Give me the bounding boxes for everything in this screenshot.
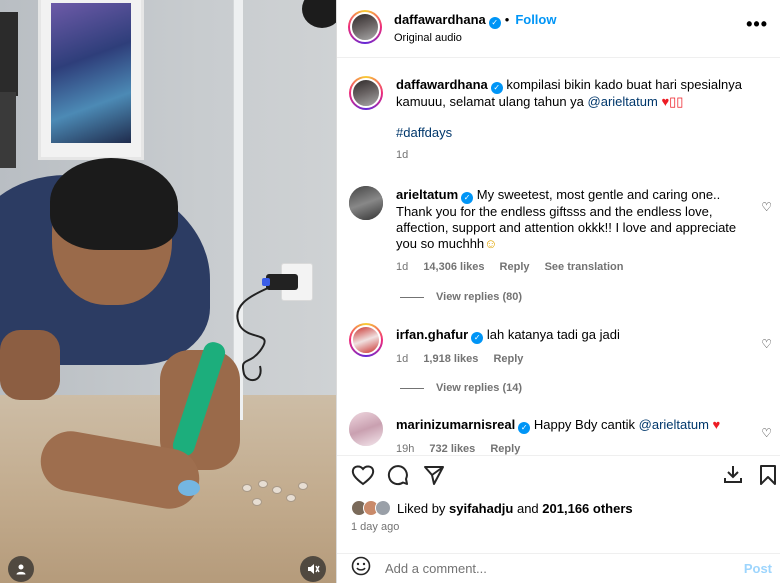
like-comment-heart-icon[interactable]: ♡: [761, 426, 772, 440]
mute-icon[interactable]: [300, 556, 326, 582]
comment-username[interactable]: irfan.ghafur: [396, 327, 468, 342]
person-leg: [0, 330, 60, 400]
comment-text: lah katanya tadi ga jadi: [486, 327, 620, 342]
likes-count[interactable]: 201,166 others: [542, 501, 632, 516]
follow-button[interactable]: Follow: [515, 12, 556, 27]
wall-poster: [38, 0, 144, 160]
wall-frame: [0, 12, 18, 96]
view-replies-button[interactable]: View replies (80): [400, 291, 522, 303]
author-block: daffawardhana ✓ • Follow Original audio: [394, 12, 556, 44]
comment-username[interactable]: arieltatum: [396, 187, 458, 202]
emoji-picker-icon[interactable]: [351, 556, 371, 581]
caption-hashtag[interactable]: #daffdays: [396, 125, 744, 141]
commenter-avatar[interactable]: [349, 412, 383, 446]
tagged-user-icon[interactable]: [8, 556, 34, 582]
verified-badge-icon: ✓: [490, 82, 503, 94]
verified-badge-icon: ✓: [471, 332, 484, 344]
liked-by-user[interactable]: syifahadju: [449, 501, 513, 516]
shells: [236, 476, 316, 516]
save-bookmark-icon[interactable]: [759, 464, 777, 492]
author-username[interactable]: daffawardhana: [394, 12, 486, 27]
post-actions: Liked by syifahadju and 201,166 others 1…: [337, 455, 780, 548]
liker-avatar: [375, 500, 391, 516]
reply-button[interactable]: Reply: [500, 261, 530, 273]
more-options-icon[interactable]: •••: [746, 14, 768, 35]
comment-time[interactable]: 1d: [396, 261, 408, 273]
comment-username[interactable]: marinizumarnisreal: [396, 417, 515, 432]
comment-likes[interactable]: 1,918 likes: [423, 353, 478, 365]
comment-likes[interactable]: 14,306 likes: [423, 261, 484, 273]
comment-input[interactable]: [385, 561, 715, 576]
comment-mention[interactable]: @arieltatum: [639, 417, 709, 432]
like-comment-heart-icon[interactable]: ♡: [761, 200, 772, 214]
author-avatar[interactable]: [349, 76, 383, 110]
comment-time[interactable]: 19h: [396, 443, 414, 455]
comment-time[interactable]: 1d: [396, 353, 408, 365]
caption-username[interactable]: daffawardhana: [396, 77, 488, 92]
view-replies-button[interactable]: View replies (14): [400, 382, 522, 394]
audio-label[interactable]: Original audio: [394, 32, 556, 44]
verified-badge-icon: ✓: [488, 17, 501, 29]
heart-emoji-icon: ♥▯▯: [661, 94, 684, 109]
like-comment-heart-icon[interactable]: ♡: [761, 337, 772, 351]
reply-button[interactable]: Reply: [490, 443, 520, 455]
reply-button[interactable]: Reply: [493, 353, 523, 365]
person-hair: [50, 158, 178, 250]
post-panel: daffawardhana ✓ • Follow Original audio •••…: [337, 0, 780, 583]
author-avatar[interactable]: [348, 10, 382, 44]
verified-badge-icon: ✓: [461, 192, 474, 204]
wall-frame: [0, 92, 16, 168]
liked-by-and: and: [516, 500, 539, 516]
liked-by-label: Liked by: [397, 500, 446, 516]
heart-emoji-icon: ♥: [712, 417, 721, 432]
smile-emoji-icon: ☺: [484, 236, 498, 251]
caption-time[interactable]: 1d: [396, 149, 408, 161]
see-translation-button[interactable]: See translation: [545, 261, 624, 273]
share-paper-plane-icon[interactable]: [423, 464, 445, 492]
comment-bubble-icon[interactable]: [387, 464, 409, 492]
comments-list[interactable]: daffawardhana ✓ kompilasi bikin kado buat…: [337, 58, 780, 455]
likes-summary: Liked by syifahadju and 201,166 others: [351, 500, 633, 516]
verified-badge-icon: ✓: [518, 422, 531, 434]
post-time[interactable]: 1 day ago: [351, 521, 399, 533]
commenter-avatar[interactable]: [349, 186, 383, 220]
comment-likes[interactable]: 732 likes: [429, 443, 475, 455]
comment-text: Happy Bdy cantik: [533, 417, 636, 432]
like-heart-icon[interactable]: [351, 464, 375, 492]
blue-stone: [178, 480, 200, 496]
post-comment-button[interactable]: Post: [744, 561, 772, 576]
post-video[interactable]: [0, 0, 336, 583]
commenter-avatar[interactable]: [349, 323, 383, 357]
add-comment-bar: Post: [337, 553, 780, 583]
caption-mention[interactable]: @arieltatum: [588, 94, 658, 109]
post-header: daffawardhana ✓ • Follow Original audio •••: [337, 0, 780, 58]
download-icon[interactable]: [723, 464, 743, 490]
separator-dot: •: [504, 12, 510, 27]
